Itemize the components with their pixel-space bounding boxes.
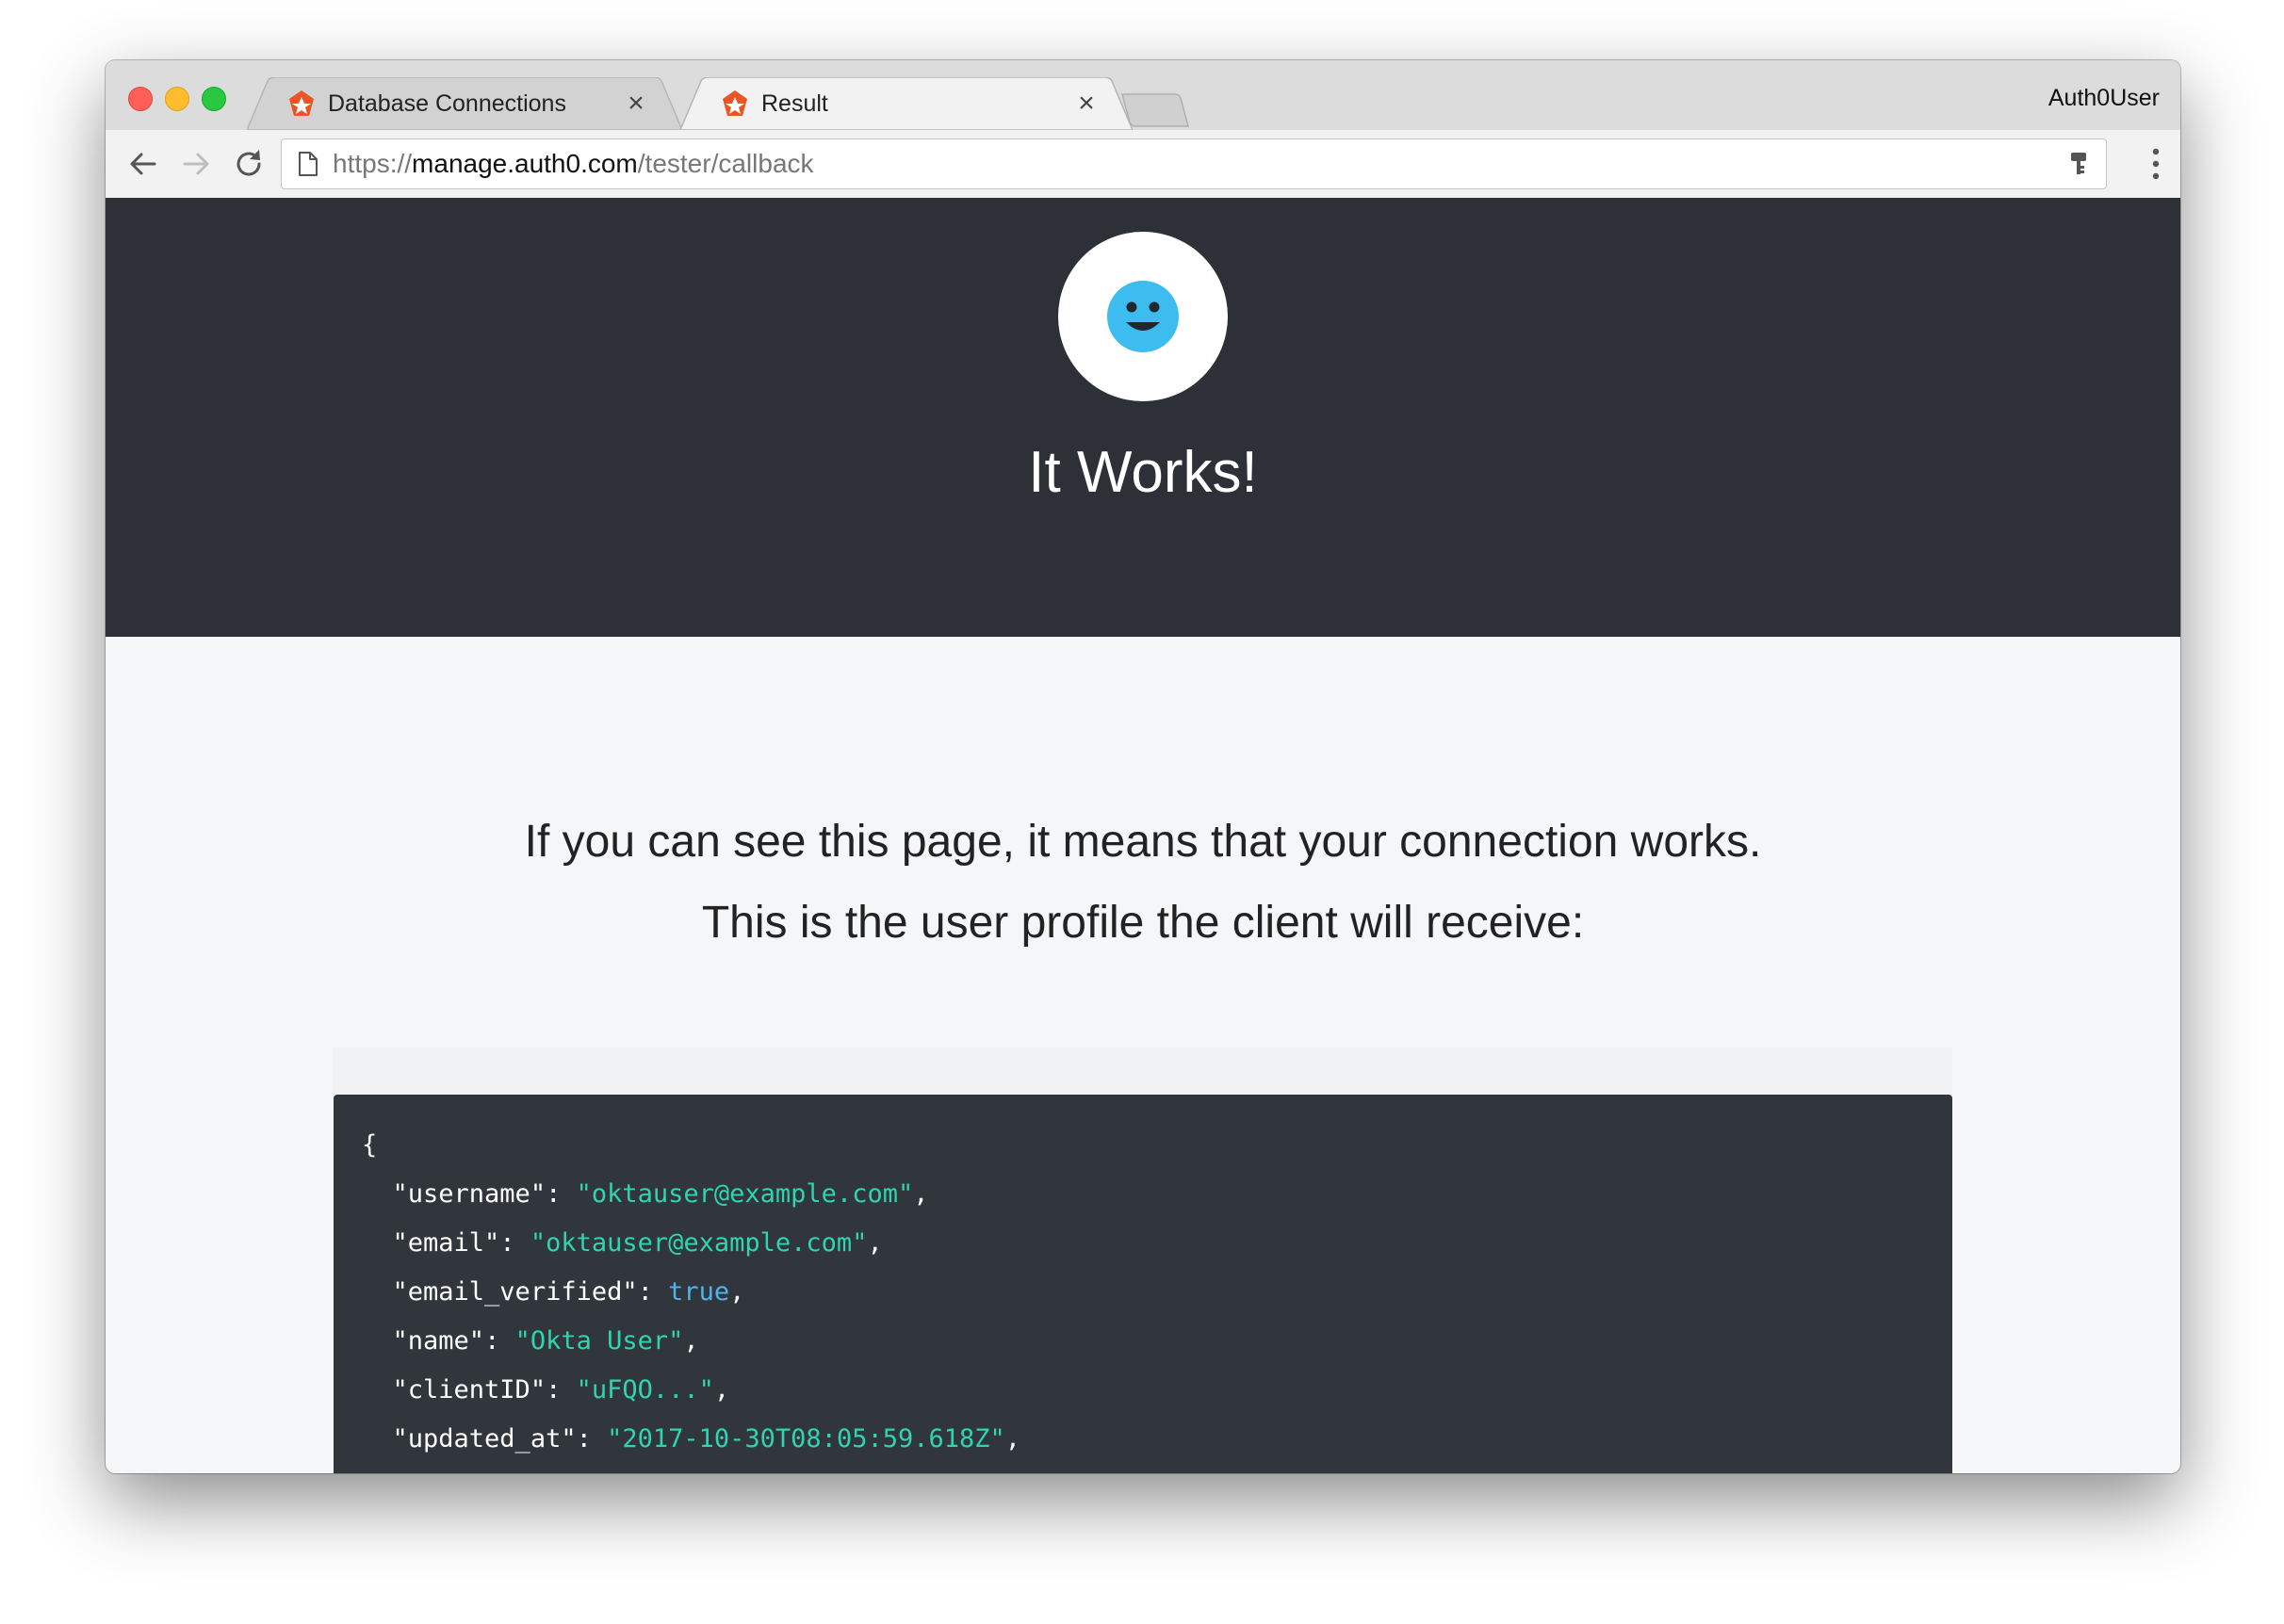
json-key: "updated_at" [392,1424,577,1453]
tab-label: Result [761,89,828,117]
json-open-brace: { [362,1130,378,1160]
address-bar[interactable]: https://manage.auth0.com/tester/callback [281,138,2107,189]
forward-arrow-icon[interactable] [177,145,215,183]
json-field-client-id: "clientID": "uFQO...", [392,1375,730,1405]
maximize-window-button[interactable] [202,87,226,111]
title-bar: Database Connections × Result × Auth0Use… [106,60,2180,130]
close-window-button[interactable] [128,87,153,111]
json-value: "oktauser@example.com" [530,1228,868,1258]
browser-window: Database Connections × Result × Auth0Use… [106,60,2180,1473]
browser-toolbar: https://manage.auth0.com/tester/callback [106,130,2180,199]
url-scheme: https:// [333,149,413,178]
json-field-email: "email": "oktauser@example.com", [392,1228,883,1258]
profile-name[interactable]: Auth0User [2048,85,2160,112]
key-icon[interactable] [2068,151,2089,177]
smiley-face-icon [1107,281,1179,352]
hero-banner: It Works! [106,198,2180,637]
json-field-updated-at: "updated_at": "2017-10-30T08:05:59.618Z"… [392,1424,1021,1453]
page-icon [299,152,318,176]
new-tab-button[interactable] [1120,92,1190,128]
auth0-shield-icon [723,90,747,116]
json-key: "email_verified" [392,1277,638,1307]
json-value: "2017-10-30T08:05:59.618Z" [607,1424,1005,1453]
user-profile-json: { "username": "oktauser@example.com", "e… [334,1095,1952,1473]
avatar [1058,232,1228,401]
url-path: /tester/callback [637,149,814,178]
url-text[interactable]: https://manage.auth0.com/tester/callback [333,149,814,179]
url-host: manage.auth0.com [412,149,638,178]
json-value: "uFQO..." [576,1375,714,1405]
json-key: "clientID" [392,1375,547,1405]
reload-icon[interactable] [230,145,268,183]
code-block-header [334,1047,1952,1095]
minimize-window-button[interactable] [165,87,189,111]
json-key: "name" [392,1326,485,1356]
tab-close-button[interactable]: × [622,89,650,118]
success-message: If you can see this page, it means that … [524,817,1762,867]
json-value: true [668,1277,730,1307]
json-key: "username" [392,1179,547,1209]
json-value: "oktauser@example.com" [576,1179,914,1209]
back-arrow-icon[interactable] [124,145,162,183]
auth0-shield-icon [289,90,314,116]
json-value: "Okta User" [514,1326,684,1356]
tab-database-connections[interactable]: Database Connections × [247,77,682,130]
profile-intro-message: This is the user profile the client will… [701,898,1585,948]
json-field-email-verified: "email_verified": true, [392,1277,745,1307]
kebab-menu-icon[interactable] [2152,147,2160,181]
tab-close-button[interactable]: × [1072,89,1101,118]
json-key: "email" [392,1228,500,1258]
json-field-name: "name": "Okta User", [392,1326,699,1356]
tab-result[interactable]: Result × [680,77,1133,130]
page-title: It Works! [1028,440,1258,505]
json-field-username: "username": "oktauser@example.com", [392,1179,929,1209]
tab-label: Database Connections [328,89,566,117]
